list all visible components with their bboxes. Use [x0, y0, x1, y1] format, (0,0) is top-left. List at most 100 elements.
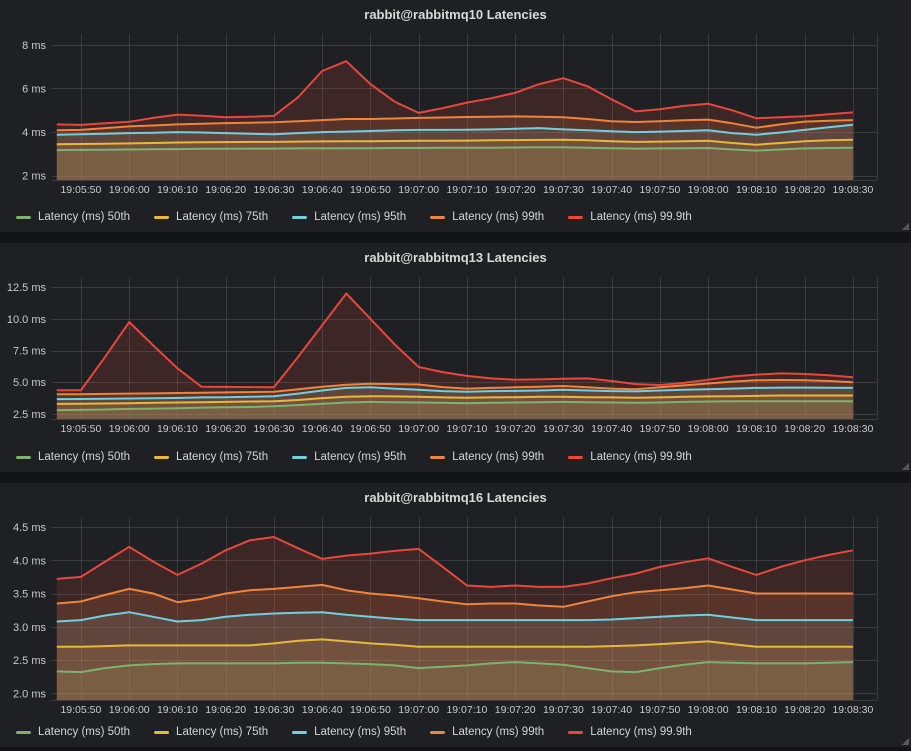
latency-chart-rabbitmq10[interactable]: 2 ms4 ms6 ms8 ms19:05:5019:06:0019:06:10…: [0, 28, 911, 202]
chart-legend: Latency (ms) 50th Latency (ms) 75th Latenc…: [0, 202, 911, 232]
svg-text:2 ms: 2 ms: [22, 171, 46, 183]
svg-text:19:06:40: 19:06:40: [302, 184, 343, 196]
legend-item-latency-ms-50th[interactable]: Latency (ms) 50th: [16, 726, 130, 738]
panel-title[interactable]: rabbit@rabbitmq16 Latencies: [0, 483, 911, 511]
legend-color-dash: [16, 731, 31, 734]
svg-text:19:08:20: 19:08:20: [784, 423, 825, 435]
panel-resize-handle[interactable]: [901, 222, 909, 230]
svg-text:19:06:20: 19:06:20: [205, 184, 246, 196]
svg-text:19:07:00: 19:07:00: [398, 184, 439, 196]
panel-rabbitmq16-latencies: rabbit@rabbitmq16 Latencies 2.0 ms2.5 ms…: [0, 483, 911, 747]
panel-title[interactable]: rabbit@rabbitmq13 Latencies: [0, 243, 911, 271]
svg-text:19:06:30: 19:06:30: [253, 423, 294, 435]
legend-color-dash: [568, 216, 583, 219]
legend-label: Latency (ms) 50th: [38, 451, 130, 463]
legend-label: Latency (ms) 75th: [176, 726, 268, 738]
x-axis-labels: 19:05:5019:06:0019:06:1019:06:2019:06:30…: [60, 423, 873, 435]
legend-color-dash: [292, 731, 307, 734]
legend-item-latency-ms-99th[interactable]: Latency (ms) 99th: [430, 726, 544, 738]
svg-text:19:07:00: 19:07:00: [398, 423, 439, 435]
svg-text:5.0 ms: 5.0 ms: [13, 377, 47, 389]
svg-text:19:07:40: 19:07:40: [591, 423, 632, 435]
legend-item-latency-ms-99th[interactable]: Latency (ms) 99th: [430, 451, 544, 463]
svg-text:19:08:10: 19:08:10: [736, 184, 777, 196]
svg-text:12.5 ms: 12.5 ms: [7, 282, 47, 294]
legend-label: Latency (ms) 75th: [176, 211, 268, 223]
svg-text:19:06:40: 19:06:40: [302, 704, 343, 716]
svg-text:19:07:10: 19:07:10: [446, 184, 487, 196]
legend-color-dash: [292, 216, 307, 219]
svg-text:19:06:20: 19:06:20: [205, 423, 246, 435]
legend-item-latency-ms-75th[interactable]: Latency (ms) 75th: [154, 726, 268, 738]
legend-label: Latency (ms) 95th: [314, 451, 406, 463]
legend-item-latency-ms-50th[interactable]: Latency (ms) 50th: [16, 211, 130, 223]
legend-item-latency-ms-99-9th[interactable]: Latency (ms) 99.9th: [568, 451, 692, 463]
legend-color-dash: [430, 216, 445, 219]
legend-item-latency-ms-99th[interactable]: Latency (ms) 99th: [430, 211, 544, 223]
svg-text:19:07:50: 19:07:50: [639, 184, 680, 196]
legend-color-dash: [430, 456, 445, 459]
series-plots: [57, 537, 853, 700]
svg-text:19:08:20: 19:08:20: [784, 184, 825, 196]
legend-label: Latency (ms) 95th: [314, 726, 406, 738]
latency-chart-rabbitmq13[interactable]: 2.5 ms5.0 ms7.5 ms10.0 ms12.5 ms19:05:50…: [0, 271, 911, 442]
panel-resize-handle[interactable]: [901, 462, 909, 470]
y-axis-labels: 2 ms4 ms6 ms8 ms: [22, 40, 46, 183]
svg-text:3.5 ms: 3.5 ms: [13, 589, 47, 601]
svg-text:4 ms: 4 ms: [22, 127, 46, 139]
x-axis-labels: 19:05:5019:06:0019:06:1019:06:2019:06:30…: [60, 184, 873, 196]
latency-chart-rabbitmq16[interactable]: 2.0 ms2.5 ms3.0 ms3.5 ms4.0 ms4.5 ms19:0…: [0, 511, 911, 717]
svg-text:19:07:50: 19:07:50: [639, 704, 680, 716]
svg-text:2.0 ms: 2.0 ms: [13, 688, 47, 700]
legend-label: Latency (ms) 99.9th: [590, 451, 692, 463]
legend-item-latency-ms-99-9th[interactable]: Latency (ms) 99.9th: [568, 726, 692, 738]
svg-text:10.0 ms: 10.0 ms: [7, 314, 47, 326]
svg-text:19:07:40: 19:07:40: [591, 184, 632, 196]
y-axis-labels: 2.0 ms2.5 ms3.0 ms3.5 ms4.0 ms4.5 ms: [13, 522, 47, 700]
svg-text:8 ms: 8 ms: [22, 40, 46, 52]
svg-text:19:05:50: 19:05:50: [60, 184, 101, 196]
chart-legend: Latency (ms) 50th Latency (ms) 75th Latenc…: [0, 717, 911, 747]
svg-text:19:08:30: 19:08:30: [832, 423, 873, 435]
svg-text:19:06:00: 19:06:00: [109, 704, 150, 716]
svg-text:19:07:40: 19:07:40: [591, 704, 632, 716]
svg-text:19:08:10: 19:08:10: [736, 423, 777, 435]
svg-text:19:06:10: 19:06:10: [157, 184, 198, 196]
legend-color-dash: [154, 216, 169, 219]
legend-item-latency-ms-99-9th[interactable]: Latency (ms) 99.9th: [568, 211, 692, 223]
legend-color-dash: [568, 731, 583, 734]
legend-item-latency-ms-75th[interactable]: Latency (ms) 75th: [154, 451, 268, 463]
chart-legend: Latency (ms) 50th Latency (ms) 75th Latenc…: [0, 442, 911, 472]
svg-text:19:08:00: 19:08:00: [688, 423, 729, 435]
svg-text:4.0 ms: 4.0 ms: [13, 555, 47, 567]
legend-label: Latency (ms) 75th: [176, 451, 268, 463]
svg-text:19:06:10: 19:06:10: [157, 704, 198, 716]
y-axis-labels: 2.5 ms5.0 ms7.5 ms10.0 ms12.5 ms: [7, 282, 47, 421]
legend-color-dash: [16, 456, 31, 459]
panel-title[interactable]: rabbit@rabbitmq10 Latencies: [0, 0, 911, 28]
legend-label: Latency (ms) 50th: [38, 211, 130, 223]
svg-text:19:07:00: 19:07:00: [398, 704, 439, 716]
svg-text:7.5 ms: 7.5 ms: [13, 346, 47, 358]
legend-label: Latency (ms) 99th: [452, 726, 544, 738]
svg-text:19:06:40: 19:06:40: [302, 423, 343, 435]
legend-item-latency-ms-75th[interactable]: Latency (ms) 75th: [154, 211, 268, 223]
legend-item-latency-ms-95th[interactable]: Latency (ms) 95th: [292, 726, 406, 738]
panel-resize-handle[interactable]: [901, 737, 909, 745]
legend-label: Latency (ms) 99.9th: [590, 726, 692, 738]
legend-color-dash: [568, 456, 583, 459]
svg-text:19:08:10: 19:08:10: [736, 704, 777, 716]
legend-item-latency-ms-50th[interactable]: Latency (ms) 50th: [16, 451, 130, 463]
legend-label: Latency (ms) 99th: [452, 211, 544, 223]
svg-text:19:07:50: 19:07:50: [639, 423, 680, 435]
x-axis-labels: 19:05:5019:06:0019:06:1019:06:2019:06:30…: [60, 704, 873, 716]
svg-text:19:06:20: 19:06:20: [205, 704, 246, 716]
svg-text:19:08:20: 19:08:20: [784, 704, 825, 716]
svg-text:19:07:30: 19:07:30: [543, 704, 584, 716]
legend-item-latency-ms-95th[interactable]: Latency (ms) 95th: [292, 211, 406, 223]
legend-item-latency-ms-95th[interactable]: Latency (ms) 95th: [292, 451, 406, 463]
svg-text:19:06:30: 19:06:30: [253, 184, 294, 196]
svg-text:19:08:00: 19:08:00: [688, 184, 729, 196]
legend-color-dash: [430, 731, 445, 734]
legend-label: Latency (ms) 99.9th: [590, 211, 692, 223]
